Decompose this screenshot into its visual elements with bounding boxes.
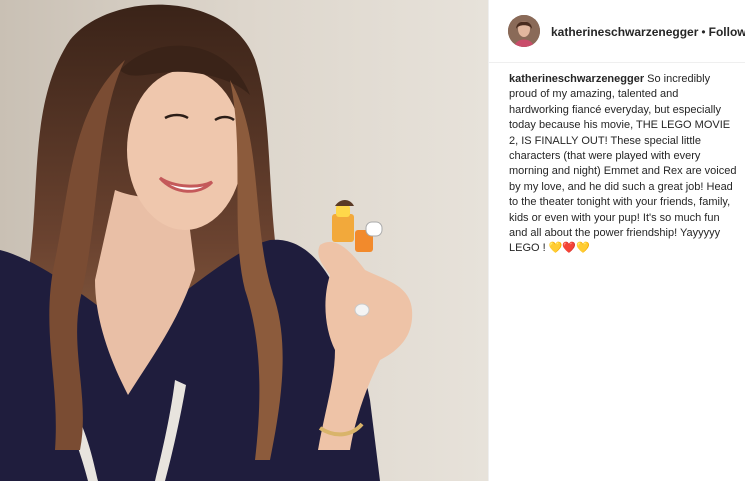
caption-username-link[interactable]: katherineschwarzenegger bbox=[509, 73, 644, 85]
following-button[interactable]: Following bbox=[709, 25, 745, 39]
post-photo[interactable] bbox=[0, 0, 488, 481]
header-text: katherineschwarzenegger•Following bbox=[551, 25, 745, 39]
post-sidebar: katherineschwarzenegger•Following kather… bbox=[488, 0, 745, 481]
caption-text: So incredibly proud of my amazing, talen… bbox=[509, 73, 737, 255]
post-caption: katherineschwarzenegger So incredibly pro… bbox=[509, 72, 739, 257]
separator-dot: • bbox=[701, 25, 706, 39]
post-photo-image bbox=[0, 0, 488, 481]
post-header: katherineschwarzenegger•Following bbox=[489, 0, 745, 63]
username-link[interactable]: katherineschwarzenegger bbox=[551, 25, 698, 39]
avatar-image bbox=[508, 15, 540, 47]
avatar[interactable] bbox=[508, 15, 540, 47]
